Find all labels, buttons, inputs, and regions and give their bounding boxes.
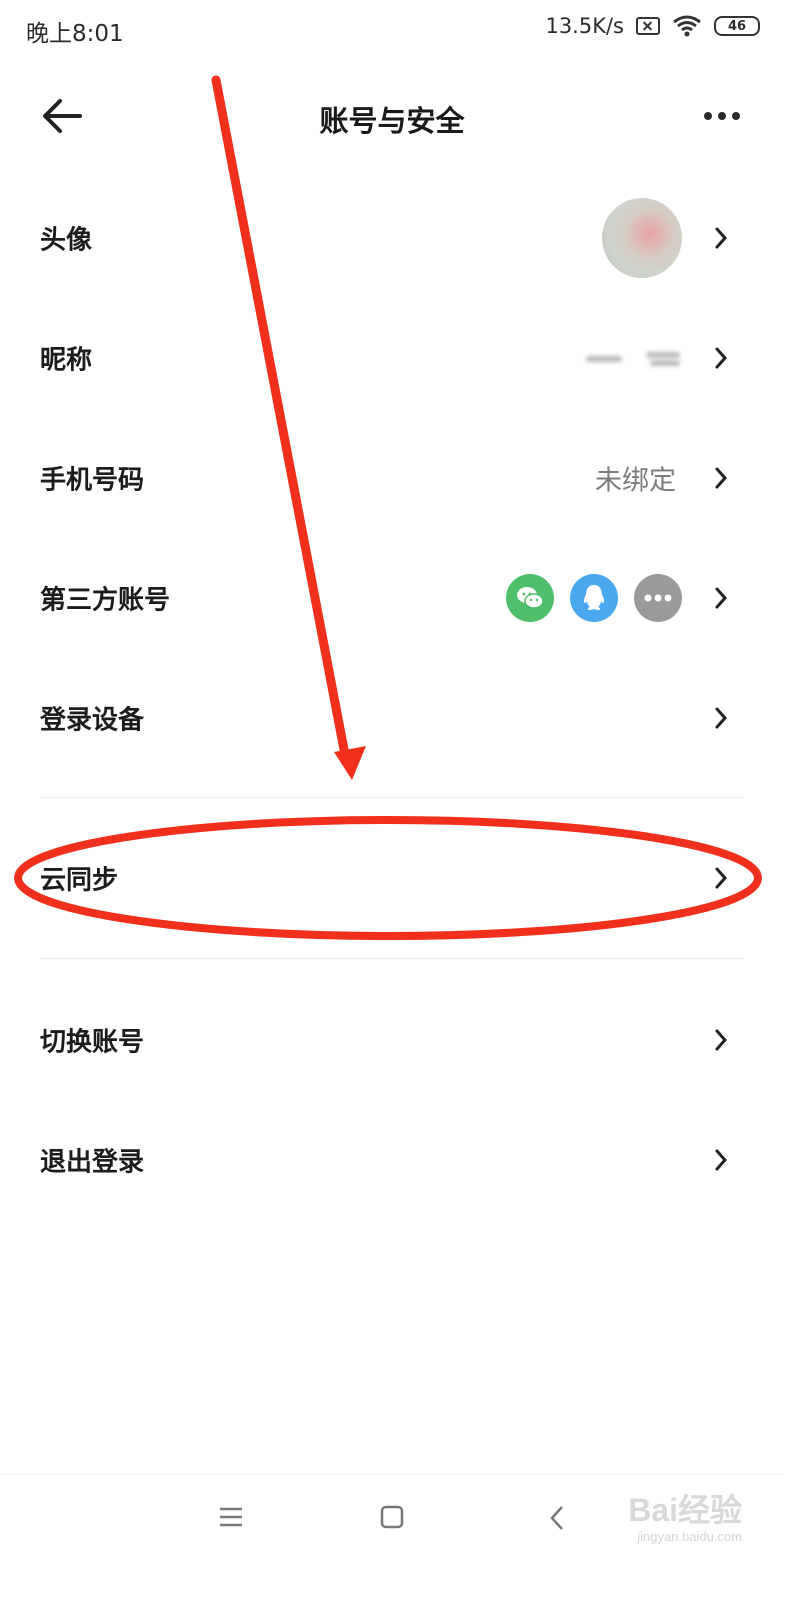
chevron-right-icon xyxy=(715,587,728,609)
chevron-right-icon xyxy=(715,227,728,249)
row-avatar[interactable]: 头像 xyxy=(0,178,784,298)
chevron-right-icon xyxy=(715,347,728,369)
row-label: 手机号码 xyxy=(40,465,145,496)
chevron-right-icon xyxy=(715,467,728,489)
chevron-right-icon xyxy=(715,1029,728,1051)
battery-icon: 46 xyxy=(714,16,760,36)
row-logout[interactable]: 退出登录 xyxy=(0,1100,784,1220)
watermark-brand-2: 经验 xyxy=(677,1492,742,1528)
row-right xyxy=(602,198,730,278)
more-options-icon[interactable] xyxy=(704,112,740,120)
row-label: 昵称 xyxy=(40,345,93,376)
chevron-right-icon xyxy=(715,867,728,889)
status-icons: 13.5K/s 46 xyxy=(545,14,760,38)
row-label: 登录设备 xyxy=(40,705,145,736)
watermark-brand: Bai xyxy=(628,1492,678,1528)
row-label: 云同步 xyxy=(40,865,119,896)
wechat-icon xyxy=(506,574,554,622)
row-login-devices[interactable]: 登录设备 xyxy=(0,658,784,778)
header: 账号与安全 xyxy=(0,70,784,162)
divider xyxy=(40,958,744,959)
wifi-icon xyxy=(673,15,701,37)
third-party-icons xyxy=(506,574,682,622)
row-right xyxy=(506,574,730,622)
watermark-url: jingyan.baidu.com xyxy=(637,1529,742,1544)
phone-status: 未绑定 xyxy=(595,465,676,497)
watermark: Bai经验 jingyan.baidu.com xyxy=(628,1494,742,1543)
avatar xyxy=(602,198,682,278)
chevron-right-icon xyxy=(715,707,728,729)
nickname-blurred xyxy=(586,348,682,368)
more-accounts-icon xyxy=(634,574,682,622)
row-label: 头像 xyxy=(40,225,93,256)
qq-icon xyxy=(570,574,618,622)
row-label: 第三方账号 xyxy=(40,585,171,616)
status-time: 晚上8:01 xyxy=(26,21,124,47)
no-sim-icon xyxy=(636,17,660,35)
chevron-right-icon xyxy=(715,1149,728,1171)
row-cloud-sync[interactable]: 云同步 xyxy=(0,818,784,938)
divider xyxy=(40,797,744,798)
row-right xyxy=(586,348,730,368)
home-icon[interactable] xyxy=(380,1505,404,1529)
row-label: 切换账号 xyxy=(40,1027,145,1058)
menu-icon[interactable] xyxy=(218,1505,244,1529)
row-label: 退出登录 xyxy=(40,1147,145,1178)
page-title: 账号与安全 xyxy=(319,104,465,138)
row-third-party-accounts[interactable]: 第三方账号 xyxy=(0,538,784,658)
row-switch-account[interactable]: 切换账号 xyxy=(0,980,784,1100)
row-nickname[interactable]: 昵称 xyxy=(0,298,784,418)
status-bar: 晚上8:01 13.5K/s 46 xyxy=(0,0,784,58)
net-speed: 13.5K/s xyxy=(545,14,624,38)
row-right: 未绑定 xyxy=(595,459,730,498)
nav-back-icon[interactable] xyxy=(548,1505,566,1531)
row-phone-number[interactable]: 手机号码 未绑定 xyxy=(0,418,784,538)
